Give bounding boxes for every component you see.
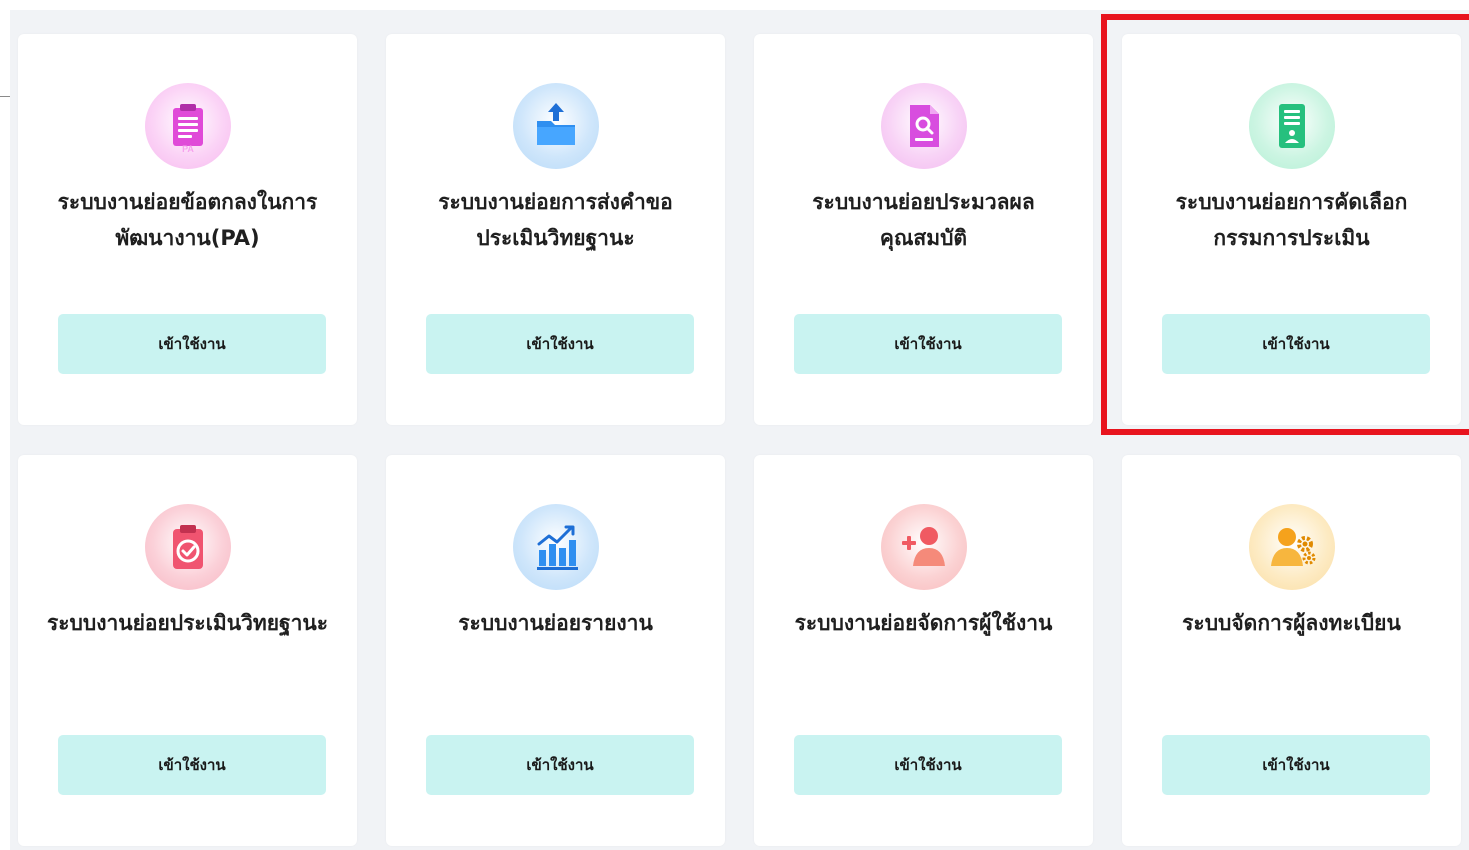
divider-line (0, 96, 10, 97)
pa-icon-text: PA (182, 144, 194, 153)
card-reports: ระบบงานย่อยรายงาน เข้าใช้งาน (386, 455, 725, 846)
enter-button-user-management[interactable]: เข้าใช้งาน (794, 735, 1062, 795)
enter-button-committee[interactable]: เข้าใช้งาน (1162, 314, 1430, 374)
card-title: ระบบงานย่อยจัดการผู้ใช้งาน (794, 611, 1053, 635)
card-evaluation: ระบบงานย่อยประเมินวิทยฐานะ เข้าใช้งาน (18, 455, 357, 846)
card-title: ระบบงานย่อยการส่งคำขอประเมินวิทยฐานะ (438, 190, 673, 250)
add-user-icon (880, 504, 967, 590)
enter-button-submit-request[interactable]: เข้าใช้งาน (426, 314, 694, 374)
card-registrant-management: ระบบจัดการผู้ลงทะเบียน เข้าใช้งาน (1122, 455, 1461, 846)
document-search-icon (880, 83, 967, 169)
folder-upload-icon (512, 83, 599, 169)
clipboard-pa-icon: PA (144, 83, 231, 169)
card-pa-agreement: PA ระบบงานย่อยข้อตกลงในการพัฒนางาน(PA) เ… (18, 34, 357, 425)
enter-button-reports[interactable]: เข้าใช้งาน (426, 735, 694, 795)
card-title: ระบบงานย่อยประเมินวิทยฐานะ (46, 611, 329, 635)
enter-button-registrant[interactable]: เข้าใช้งาน (1162, 735, 1430, 795)
card-user-management: ระบบงานย่อยจัดการผู้ใช้งาน เข้าใช้งาน (754, 455, 1093, 846)
card-title: ระบบงานย่อยประมวลผลคุณสมบัติ (812, 190, 1035, 250)
enter-button-pa[interactable]: เข้าใช้งาน (58, 314, 326, 374)
clipboard-check-icon (144, 504, 231, 590)
enter-button-evaluation[interactable]: เข้าใช้งาน (58, 735, 326, 795)
bar-chart-icon (512, 504, 599, 590)
enter-button-qualification[interactable]: เข้าใช้งาน (794, 314, 1062, 374)
card-qualification-processing: ระบบงานย่อยประมวลผลคุณสมบัติ เข้าใช้งาน (754, 34, 1093, 425)
card-title: ระบบงานย่อยการคัดเลือกกรรมการประเมิน (1175, 190, 1408, 250)
card-title: ระบบงานย่อยรายงาน (458, 611, 653, 635)
card-title: ระบบงานย่อยข้อตกลงในการพัฒนางาน(PA) (57, 190, 318, 250)
id-card-icon (1248, 83, 1335, 169)
user-settings-icon (1248, 504, 1335, 590)
card-committee-selection: ระบบงานย่อยการคัดเลือกกรรมการประเมิน เข้… (1122, 34, 1461, 425)
card-submit-request: ระบบงานย่อยการส่งคำขอประเมินวิทยฐานะ เข้… (386, 34, 725, 425)
card-title: ระบบจัดการผู้ลงทะเบียน (1182, 611, 1401, 635)
